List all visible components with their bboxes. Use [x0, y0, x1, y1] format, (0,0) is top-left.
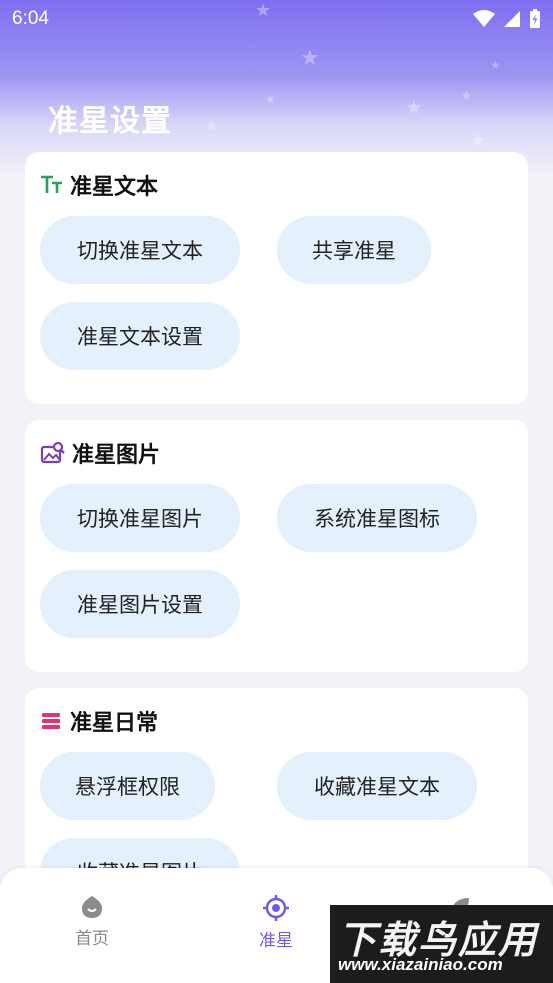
switch-text-button[interactable]: 切换准星文本	[40, 216, 240, 284]
battery-icon	[530, 9, 540, 28]
switch-image-button[interactable]: 切换准星图片	[40, 484, 240, 552]
nav-crosshair-label: 准星	[259, 931, 293, 951]
page-title: 准星设置	[48, 104, 172, 139]
section-header: 准星文本	[40, 170, 158, 200]
star-decoration: ★	[300, 46, 320, 71]
star-decoration: ★	[460, 88, 473, 104]
home-icon	[82, 896, 102, 918]
watermark-url: www.xiazainiao.com	[338, 955, 503, 974]
text-size-icon	[41, 175, 62, 193]
status-time: 6:04	[12, 8, 49, 29]
wifi-icon	[473, 10, 495, 27]
text-settings-button[interactable]: 准星文本设置	[40, 302, 240, 370]
nav-home[interactable]: 首页	[52, 894, 132, 949]
signal-icon	[504, 11, 520, 27]
star-decoration: ★	[405, 95, 423, 119]
section-title: 准星文本	[70, 175, 159, 200]
star-decoration: ★	[470, 130, 487, 151]
section-crosshair-image: 准星图片 切换准星图片 系统准星图标 准星图片设置	[25, 420, 528, 672]
section-title: 准星日常	[70, 711, 159, 736]
crosshair-icon	[263, 895, 289, 921]
nav-crosshair[interactable]: 准星	[236, 894, 316, 951]
star-decoration: ★	[265, 92, 276, 106]
menu-lines-icon	[42, 713, 60, 729]
image-settings-button[interactable]: 准星图片设置	[40, 570, 240, 638]
overlay-permission-button[interactable]: 悬浮框权限	[40, 752, 215, 820]
section-title: 准星图片	[72, 443, 161, 468]
share-crosshair-button[interactable]: 共享准星	[277, 216, 431, 284]
favorite-text-button[interactable]: 收藏准星文本	[277, 752, 477, 820]
section-crosshair-text: 准星文本 切换准星文本 共享准星 准星文本设置	[25, 152, 528, 404]
section-header: 准星图片	[40, 438, 160, 468]
star-decoration: ★	[205, 118, 218, 134]
nav-home-label: 首页	[75, 929, 109, 949]
watermark-logo: 下载鸟应用 www.xiazainiao.com	[330, 905, 553, 983]
image-search-icon	[40, 441, 65, 464]
status-bar: 6:04	[0, 0, 553, 38]
star-decoration: ★	[490, 58, 501, 72]
section-header: 准星日常	[40, 706, 158, 736]
system-icon-button[interactable]: 系统准星图标	[277, 484, 477, 552]
status-icons	[473, 9, 541, 29]
